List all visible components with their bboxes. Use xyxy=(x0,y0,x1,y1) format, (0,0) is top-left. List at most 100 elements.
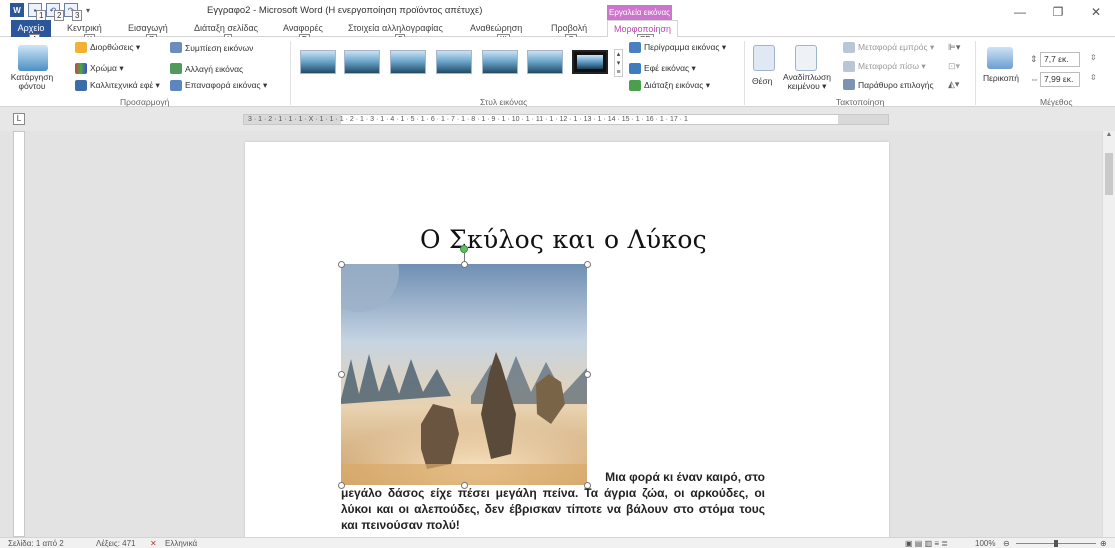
zoom-level[interactable]: 100% xyxy=(975,539,995,548)
picture-tools-header: Εργαλεία εικόνας xyxy=(607,5,672,20)
width-spinner-icon[interactable]: ⇳ xyxy=(1090,73,1097,82)
corrections-button[interactable]: Διορθώσεις ▾ xyxy=(75,42,140,53)
paragraph-rest: μεγάλο δάσος είχε πέσει μεγάλη πείνα. Τα… xyxy=(341,486,765,532)
picture-style-5[interactable] xyxy=(482,50,518,74)
tab-home[interactable]: Κεντρική xyxy=(67,23,102,33)
tab-view[interactable]: Προβολή xyxy=(551,23,587,33)
paragraph-first-line: Μια φορά κι έναν καιρό, στο xyxy=(605,470,765,484)
picture-style-1[interactable] xyxy=(300,50,336,74)
tab-selector[interactable]: L xyxy=(13,113,25,125)
scrollbar-thumb[interactable] xyxy=(1105,153,1113,195)
color-button[interactable]: Χρώμα ▾ xyxy=(75,63,124,74)
zoom-in-icon[interactable]: ⊕ xyxy=(1100,539,1107,548)
crop-icon[interactable] xyxy=(987,47,1013,69)
word-count[interactable]: Λέξεις: 471 xyxy=(96,539,135,548)
picture-border-button[interactable]: Περίγραμμα εικόνας ▾ xyxy=(629,42,726,53)
qat-customize-icon[interactable]: ▾ xyxy=(86,6,90,15)
document-page[interactable]: Ο Σκύλος και ο Λύκος Μια φορά κι έναν κα… xyxy=(245,142,889,537)
picture-style-7[interactable] xyxy=(572,50,608,74)
artistic-effects-button[interactable]: Καλλιτεχνικά εφέ ▾ xyxy=(75,80,160,91)
reset-picture-icon xyxy=(170,80,182,91)
status-bar: Σελίδα: 1 από 2 Λέξεις: 471 ✕ Ελληνικά ▣… xyxy=(0,537,1115,548)
redo-icon[interactable]: ↷ 3 xyxy=(64,3,83,21)
send-backward-icon xyxy=(843,61,855,72)
group-arrange-label: Τακτοποίηση xyxy=(836,97,885,107)
picture-style-2[interactable] xyxy=(344,50,380,74)
divider xyxy=(290,41,291,105)
height-spinner-icon[interactable]: ⇳ xyxy=(1090,53,1097,62)
picture-style-4[interactable] xyxy=(436,50,472,74)
body-paragraph[interactable]: Μια φορά κι έναν καιρό, στο μεγάλο δάσος… xyxy=(341,469,765,533)
remove-background-icon[interactable] xyxy=(18,45,48,71)
artistic-effects-icon xyxy=(75,80,87,91)
ribbon: Κατάργηση φόντου Διορθώσεις ▾ Χρώμα ▾ Κα… xyxy=(0,37,1115,107)
wolves-image xyxy=(341,264,587,485)
wolves-picture[interactable] xyxy=(341,264,587,485)
remove-background-button[interactable]: Κατάργηση φόντου xyxy=(2,73,62,91)
undo-icon[interactable]: ↶ 2 xyxy=(46,3,65,21)
resize-handle-w[interactable] xyxy=(338,371,345,378)
ruler-marks: 3 · 1 · 2 · 1 · 1 · 1 · X · 1 · 1 · 1 · … xyxy=(248,116,688,123)
tab-mailings[interactable]: Στοιχεία αλληλογραφίας xyxy=(348,23,443,33)
zoom-slider-thumb[interactable] xyxy=(1054,540,1058,547)
position-button[interactable]: Θέση xyxy=(752,76,772,86)
change-picture-icon xyxy=(170,63,182,74)
change-picture-button[interactable]: Αλλαγή εικόνας xyxy=(170,63,243,74)
window-title: Εγγραφο2 - Microsoft Word (Η ενεργοποίησ… xyxy=(207,5,483,16)
ribbon-tabs: Αρχείο Κεντρική Εισαγωγή Διάταξη σελίδας… xyxy=(0,20,1115,45)
reset-picture-button[interactable]: Επαναφορά εικόνας ▾ xyxy=(170,80,267,91)
pencil-icon xyxy=(629,42,641,53)
width-icon: ⇔ xyxy=(1030,74,1039,84)
tab-review[interactable]: Αναθεώρηση xyxy=(470,23,522,33)
picture-style-6[interactable] xyxy=(527,50,563,74)
tab-insert[interactable]: Εισαγωγή xyxy=(128,23,168,33)
zoom-out-icon[interactable]: ⊖ xyxy=(1003,539,1010,548)
document-area: Ο Σκύλος και ο Λύκος Μια φορά κι έναν κα… xyxy=(0,131,1115,537)
ruler-bar: L 3 · 1 · 2 · 1 · 1 · 1 · X · 1 · 1 · 1 … xyxy=(0,107,1115,131)
selection-pane-icon xyxy=(843,79,855,90)
tab-page-layout[interactable]: Διάταξη σελίδας xyxy=(194,23,258,33)
wrap-text-icon[interactable] xyxy=(795,45,817,71)
resize-handle-ne[interactable] xyxy=(584,261,591,268)
picture-effects-button[interactable]: Εφέ εικόνας ▾ xyxy=(629,63,696,74)
vertical-scrollbar[interactable]: ▲ xyxy=(1102,131,1115,537)
wrap-text-button[interactable]: Αναδίπλωση κειμένου ▾ xyxy=(782,73,832,91)
group-icon[interactable]: ⊡▾ xyxy=(948,61,960,72)
rotate-handle[interactable] xyxy=(460,245,468,253)
language-indicator[interactable]: Ελληνικά xyxy=(165,539,197,548)
selection-pane-button[interactable]: Παράθυρο επιλογής xyxy=(843,79,934,90)
picture-layout-button[interactable]: Διάταξη εικόνας ▾ xyxy=(629,80,710,91)
send-backward-button[interactable]: Μεταφορά πίσω ▾ xyxy=(843,61,926,72)
layout-icon xyxy=(629,80,641,91)
resize-handle-n[interactable] xyxy=(461,261,468,268)
compress-pictures-button[interactable]: Συμπίεση εικόνων xyxy=(170,42,253,53)
resize-handle-e[interactable] xyxy=(584,371,591,378)
tab-references[interactable]: Αναφορές xyxy=(283,23,323,33)
resize-handle-nw[interactable] xyxy=(338,261,345,268)
proofing-icon[interactable]: ✕ xyxy=(150,539,157,548)
height-field[interactable]: 7,7 εκ. xyxy=(1040,52,1080,67)
horizontal-ruler[interactable]: 3 · 1 · 2 · 1 · 1 · 1 · X · 1 · 1 · 1 · … xyxy=(243,114,889,125)
vertical-ruler[interactable] xyxy=(13,131,25,537)
rotate-icon[interactable]: ◭▾ xyxy=(948,79,959,90)
divider xyxy=(744,41,745,105)
picture-style-3[interactable] xyxy=(390,50,426,74)
view-buttons[interactable]: ▣ ▤ ▥ ≡ ≣ xyxy=(905,539,948,548)
group-size-label: Μέγεθος xyxy=(1040,97,1073,107)
scroll-up-icon[interactable]: ▲ xyxy=(1103,131,1115,138)
compress-icon xyxy=(170,42,182,53)
width-field[interactable]: 7,99 εκ. xyxy=(1040,72,1080,87)
position-icon[interactable] xyxy=(753,45,775,71)
bring-forward-button[interactable]: Μεταφορά εμπρός ▾ xyxy=(843,42,934,53)
crop-button[interactable]: Περικοπή xyxy=(983,73,1019,83)
gallery-scroll-icon[interactable]: ▴ ▾ ≡ xyxy=(614,49,623,77)
effects-icon xyxy=(629,63,641,74)
save-icon[interactable]: ▪ 1 xyxy=(28,3,47,21)
group-adjust-label: Προσαρμογή xyxy=(120,97,170,107)
sun-icon xyxy=(75,42,87,53)
align-icon[interactable]: ⊫▾ xyxy=(948,42,960,53)
page-count[interactable]: Σελίδα: 1 από 2 xyxy=(8,539,64,548)
word-logo-icon[interactable]: W xyxy=(10,3,24,17)
height-icon: ⇕ xyxy=(1030,54,1038,64)
quick-access-toolbar: W ▪ 1 ↶ 2 ↷ 3 ▾ xyxy=(10,3,90,21)
